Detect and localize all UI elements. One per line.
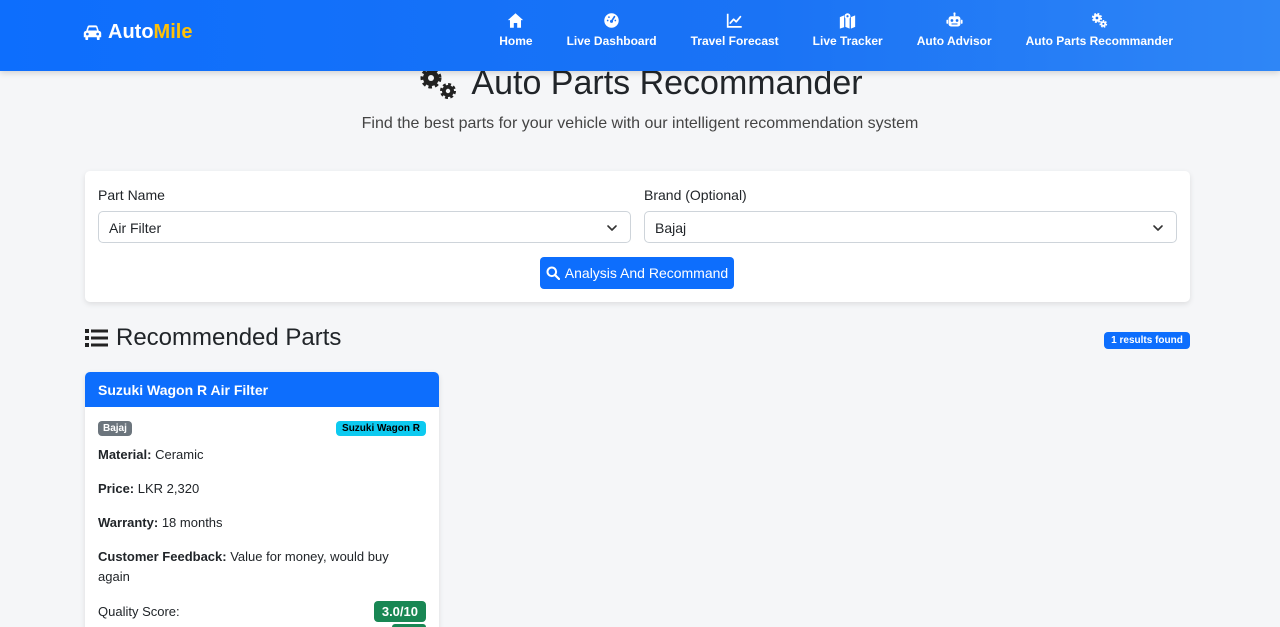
nav-label: Live Tracker: [812, 34, 883, 48]
part-name-label: Part Name: [98, 187, 165, 203]
nav-item-auto-parts-recommander[interactable]: Auto Parts Recommander: [1009, 12, 1190, 48]
dashboard-gauge-icon: [604, 13, 619, 28]
price-label: Price:: [98, 481, 135, 496]
nav-item-live-dashboard[interactable]: Live Dashboard: [550, 12, 674, 48]
feedback-row: Customer Feedback: Value for money, woul…: [98, 547, 408, 587]
results-header: Recommended Parts: [85, 324, 341, 352]
chart-line-icon: [726, 13, 742, 28]
map-icon: [840, 13, 856, 29]
nav-item-live-tracker[interactable]: Live Tracker: [796, 12, 900, 48]
brand-name-part2: Mile: [153, 21, 193, 43]
gears-icon: [1091, 12, 1108, 28]
nav-label: Home: [499, 34, 533, 48]
nav-item-home[interactable]: Home: [482, 12, 549, 48]
analysis-recommend-button[interactable]: Analysis And Recommand: [540, 257, 734, 289]
price-value: LKR 2,320: [137, 481, 200, 496]
warranty-row: Warranty: 18 months: [98, 513, 418, 533]
brand-badge: Bajaj: [98, 421, 132, 436]
nav-label: Auto Advisor: [916, 34, 992, 48]
chevron-down-icon: [607, 225, 617, 231]
material-value: Ceramic: [155, 447, 204, 462]
warranty-label: Warranty:: [98, 515, 159, 530]
part-name-select[interactable]: Air Filter: [98, 211, 631, 243]
chevron-down-icon: [1153, 225, 1163, 231]
nav-label: Auto Parts Recommander: [1025, 34, 1173, 48]
page-subtitle: Find the best parts for your vehicle wit…: [361, 115, 919, 132]
part-name-value: Air Filter: [109, 220, 162, 236]
part-card[interactable]: Suzuki Wagon R Air Filter Bajaj Suzuki W…: [85, 372, 439, 627]
nav-item-travel-forecast[interactable]: Travel Forecast: [674, 12, 796, 48]
nav-item-auto-advisor[interactable]: Auto Advisor: [900, 12, 1009, 48]
quality-score-label: Quality Score:: [98, 604, 180, 619]
search-form-card: Part Name Air Filter Brand (Optional) Ba…: [85, 171, 1190, 302]
top-navbar: AutoMile Home Live Dashboard Travel Fore…: [0, 0, 1280, 71]
home-icon: [508, 13, 524, 28]
search-icon: [546, 266, 560, 280]
brand-label: Brand (Optional): [644, 187, 747, 203]
quality-score-badge: 3.0/10: [373, 601, 426, 622]
brand-value: Bajaj: [655, 220, 687, 236]
material-row: Material: Ceramic: [98, 445, 418, 465]
model-badge: Suzuki Wagon R: [336, 421, 426, 436]
nav-menu: Home Live Dashboard Travel Forecast Live…: [482, 12, 1190, 48]
analysis-recommend-label: Analysis And Recommand: [564, 265, 729, 281]
brand-logo[interactable]: AutoMile: [83, 21, 192, 44]
warranty-value: 18 months: [161, 515, 223, 530]
robot-icon: [946, 12, 963, 27]
brand-name-part1: Auto: [108, 21, 154, 43]
material-label: Material:: [98, 447, 152, 462]
nav-label: Live Dashboard: [566, 34, 657, 48]
results-count-badge: 1 results found: [1104, 332, 1190, 349]
car-icon: [83, 25, 102, 41]
part-card-title: Suzuki Wagon R Air Filter: [85, 372, 439, 407]
nav-label: Travel Forecast: [690, 34, 779, 48]
results-heading: Recommended Parts: [116, 324, 342, 351]
feedback-label: Customer Feedback:: [98, 549, 227, 564]
brand-select[interactable]: Bajaj: [644, 211, 1177, 243]
price-row: Price: LKR 2,320: [98, 479, 418, 499]
list-icon: [85, 329, 108, 347]
